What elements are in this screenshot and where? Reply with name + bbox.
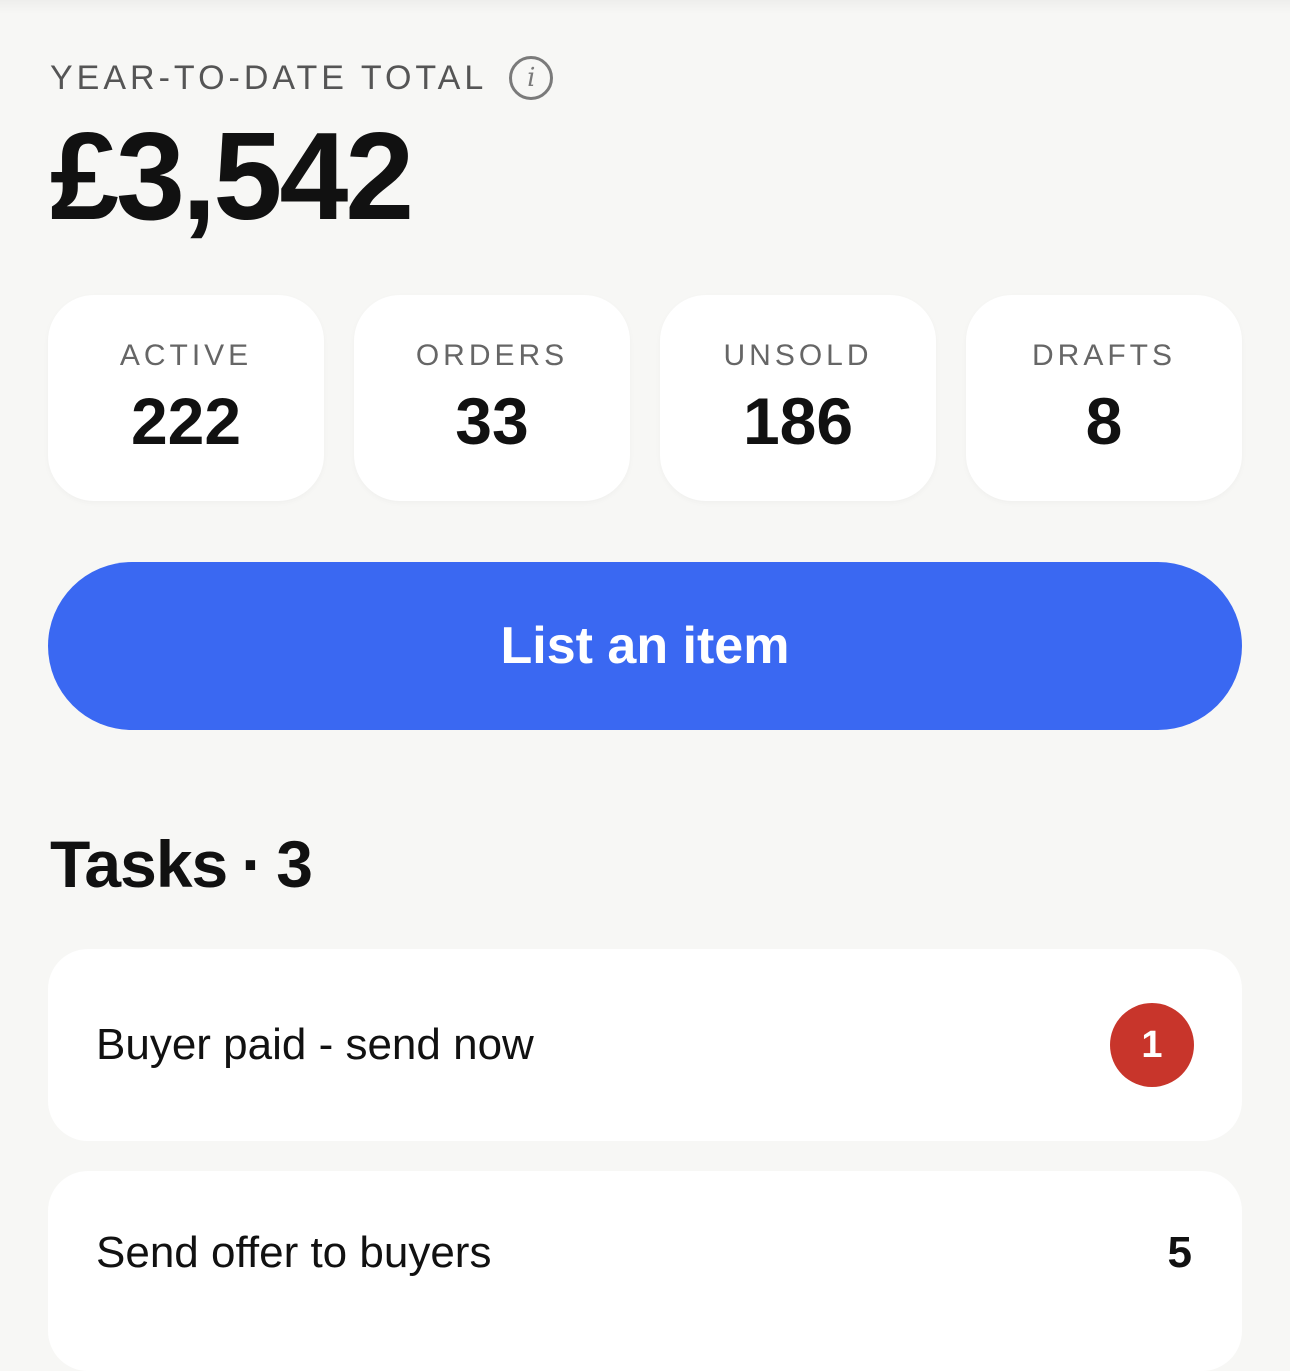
stat-label: ACTIVE <box>119 339 253 372</box>
stat-label: DRAFTS <box>1032 339 1176 372</box>
task-label: Buyer paid - send now <box>96 1020 534 1069</box>
ytd-header: YEAR-TO-DATE TOTAL i <box>50 56 554 100</box>
tasks-title: Tasks <box>50 827 228 901</box>
stat-value: 8 <box>1085 384 1123 458</box>
stat-value: 222 <box>130 384 242 458</box>
task-item-send-offer[interactable]: Send offer to buyers 5 <box>48 1171 1242 1371</box>
task-count: 5 <box>1167 1228 1192 1277</box>
top-fade <box>0 0 1290 14</box>
stat-card-orders[interactable]: ORDERS 33 <box>354 295 630 501</box>
task-label: Send offer to buyers <box>96 1228 492 1277</box>
stats-row: ACTIVE 222 ORDERS 33 UNSOLD 186 DRAFTS 8 <box>48 295 1242 501</box>
stat-card-unsold[interactable]: UNSOLD 186 <box>660 295 936 501</box>
ytd-label: YEAR-TO-DATE TOTAL <box>50 58 488 97</box>
info-icon[interactable]: i <box>509 56 554 100</box>
stat-card-drafts[interactable]: DRAFTS 8 <box>966 295 1242 501</box>
task-item-buyer-paid[interactable]: Buyer paid - send now 1 <box>48 949 1242 1141</box>
tasks-count: 3 <box>276 827 313 901</box>
ytd-total: £3,542 <box>50 108 414 246</box>
notification-badge: 1 <box>1110 1003 1194 1087</box>
stat-value: 33 <box>455 384 529 458</box>
tasks-heading: Tasks · 3 <box>50 826 313 902</box>
stat-label: UNSOLD <box>723 339 873 372</box>
stat-card-active[interactable]: ACTIVE 222 <box>48 295 324 501</box>
tasks-separator: · <box>241 827 263 901</box>
stat-value: 186 <box>742 384 854 458</box>
stat-label: ORDERS <box>415 339 569 372</box>
list-item-button[interactable]: List an item <box>48 562 1242 730</box>
